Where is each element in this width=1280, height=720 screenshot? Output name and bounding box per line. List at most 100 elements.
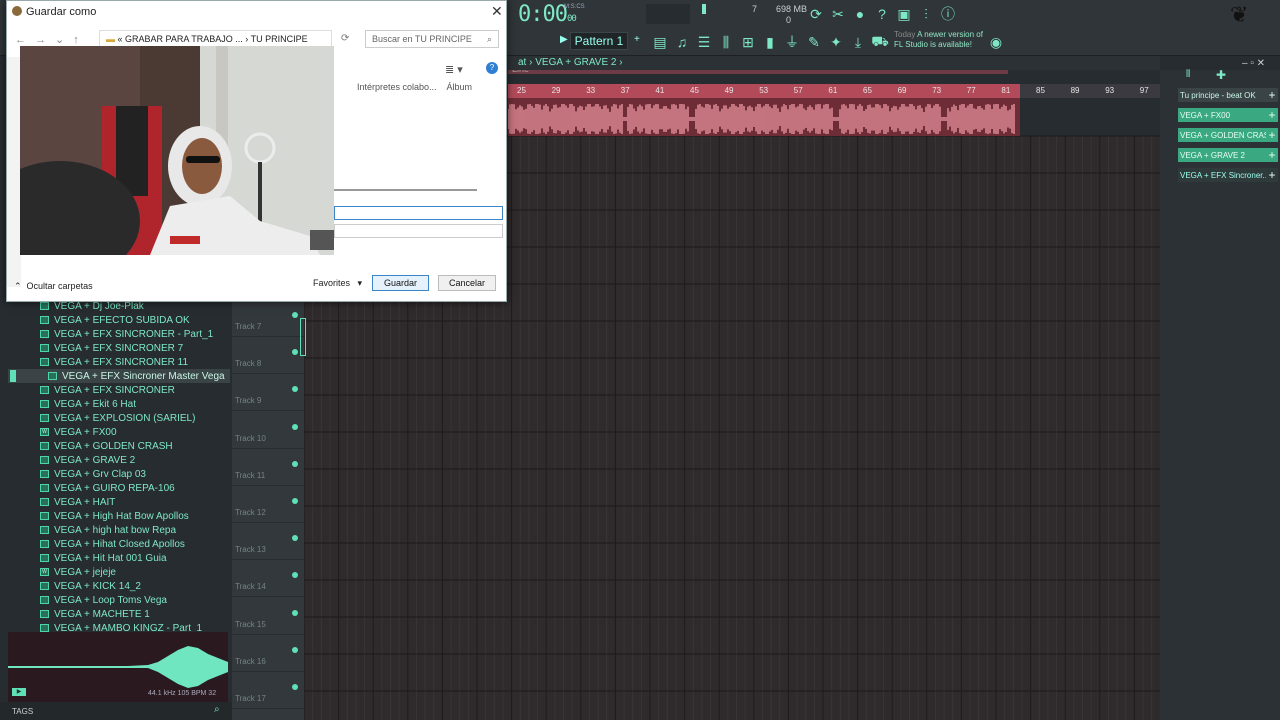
channel-plus-icon[interactable]: +	[1266, 148, 1278, 162]
track-header[interactable]: Track 15	[232, 598, 304, 635]
refresh-icon[interactable]: ⟳	[341, 33, 349, 44]
browser-item[interactable]: VEGA + KICK 14_2	[40, 579, 141, 593]
help-icon[interactable]: ?	[486, 62, 498, 74]
browser-item[interactable]: VEGA + Hihat Closed Apollos	[40, 537, 185, 551]
close-icon[interactable]: ✕	[491, 3, 503, 20]
browser-item[interactable]: VEGA + High Hat Bow Apollos	[40, 509, 189, 523]
channel-plus-icon[interactable]: +	[1266, 88, 1278, 102]
horizontal-scrollbar[interactable]	[334, 189, 477, 191]
browser-item[interactable]: VEGA + Loop Toms Vega	[40, 593, 167, 607]
plugin-icon[interactable]: ▮	[760, 32, 780, 52]
track-led-icon[interactable]	[292, 460, 298, 467]
track-header[interactable]: Track 17	[232, 672, 304, 709]
mixer-icon[interactable]: ⫶	[916, 4, 936, 24]
channel-plus-icon[interactable]: +	[1266, 128, 1278, 142]
track-header[interactable]: Track 11	[232, 449, 304, 486]
browser-icon[interactable]: ⊞	[738, 32, 758, 52]
playlist-icon[interactable]: ▤	[650, 32, 670, 52]
search-input[interactable]: Buscar en TU PRINCIPE ⌕	[365, 30, 499, 48]
file-list-header[interactable]: Intérpretes colabo... Álbum	[357, 82, 482, 92]
channel-plus-icon[interactable]: +	[1266, 108, 1278, 122]
track-header[interactable]: Track 12	[232, 486, 304, 523]
file-name-field[interactable]	[334, 206, 503, 220]
favorites-dropdown[interactable]: Favorites ▾	[313, 278, 362, 289]
update-icon[interactable]: ◉	[986, 32, 1006, 52]
news-panel[interactable]: Today A newer version of FL Studio is av…	[894, 30, 986, 50]
plug-icon[interactable]: ⏚	[782, 32, 802, 52]
browser-item[interactable]: VEGA + EFX SINCRONER - Part_1	[40, 327, 213, 341]
channel-item[interactable]: VEGA + GRAVE 2	[1178, 148, 1266, 162]
track-led-icon[interactable]	[292, 535, 298, 542]
channel-add-icon[interactable]: ✚	[1216, 68, 1226, 82]
channel-item[interactable]: VEGA + FX00	[1178, 108, 1266, 122]
save-button[interactable]: Guardar	[372, 275, 429, 291]
browser-item[interactable]: VEGA + GRAVE 2	[40, 453, 135, 467]
file-type-select[interactable]	[334, 224, 503, 238]
browser-item[interactable]: VEGA + MACHETE 1	[40, 607, 150, 621]
channel-item[interactable]: Tu principe - beat OK	[1178, 88, 1266, 102]
wand-icon[interactable]: ✦	[826, 32, 846, 52]
mixer-view-icon[interactable]: ⫼	[716, 32, 736, 52]
channel-rack-icon[interactable]: ☰	[694, 32, 714, 52]
tags-bar[interactable]: TAGS	[0, 702, 232, 720]
pattern-selector[interactable]: Pattern 1	[570, 32, 628, 50]
track-led-icon[interactable]	[292, 386, 298, 393]
track-header[interactable]: Track 8	[232, 337, 304, 375]
channel-view-icon[interactable]: ⫴	[1186, 69, 1190, 80]
add-pattern-icon[interactable]: +	[634, 34, 640, 45]
play-preview-icon[interactable]: ▶	[12, 688, 26, 696]
track-led-icon[interactable]	[292, 423, 298, 430]
search-icon[interactable]: ⌕	[214, 704, 220, 715]
browser-item[interactable]: VEGA + EFECTO SUBIDA OK	[40, 313, 190, 327]
brush-icon[interactable]: ✎	[804, 32, 824, 52]
track-header[interactable]: Track 10	[232, 412, 304, 449]
metronome-icon[interactable]: ⟳	[806, 4, 826, 24]
browser-item[interactable]: VEGA + GOLDEN CRASH	[40, 439, 173, 453]
track-led-icon[interactable]	[292, 498, 298, 504]
track-header[interactable]: Track 9	[232, 374, 304, 412]
channel-item[interactable]: VEGA + EFX Sincroner...	[1178, 168, 1266, 182]
browser-item[interactable]: VEGA + EFX SINCRONER 7	[40, 341, 183, 355]
track-led-icon[interactable]	[292, 646, 298, 653]
help-icon[interactable]: ?	[872, 4, 892, 24]
navigation-arrows[interactable]: ←→⌄↑	[15, 33, 88, 46]
playlist-scrollbar[interactable]	[508, 70, 1008, 74]
browser-item[interactable]: VEGA + EFX SINCRONER	[40, 383, 175, 397]
track-led-icon[interactable]	[292, 572, 298, 579]
browser-item[interactable]: W VEGA + FX00	[40, 425, 117, 439]
hide-folders-toggle[interactable]: ⌃ Ocultar carpetas	[14, 281, 93, 292]
browser-item[interactable]: VEGA + Grv Clap 03	[40, 467, 146, 481]
window-controls[interactable]: – ▫ ✕	[1242, 58, 1265, 69]
piano-roll-icon[interactable]: ♫	[672, 32, 692, 52]
browser-item[interactable]: VEGA + GUIRO REPA-106	[40, 481, 175, 495]
tools-icon[interactable]: ✂	[828, 4, 848, 24]
save-icon[interactable]: ▣	[894, 4, 914, 24]
track-led-icon[interactable]	[292, 684, 298, 690]
channel-item[interactable]: VEGA + GOLDEN CRASH	[1178, 128, 1266, 142]
info-icon[interactable]: ⓘ	[938, 4, 958, 24]
track-led-icon[interactable]	[292, 349, 298, 356]
browser-item[interactable]: VEGA + Ekit 6 Hat	[40, 397, 136, 411]
vertical-scrollbar[interactable]	[1160, 70, 1170, 720]
track-led-icon[interactable]	[292, 312, 298, 318]
view-options-icon[interactable]: ≣ ▾	[445, 63, 463, 76]
nav-pane[interactable]	[7, 57, 21, 287]
pattern-arrow-icon[interactable]: ▶	[560, 34, 568, 45]
browser-item[interactable]: VEGA + EFX SINCRONER 11	[40, 355, 188, 369]
download-icon[interactable]: ⤓	[848, 32, 868, 52]
browser-item[interactable]: VEGA + HAIT	[40, 495, 115, 509]
browser-item[interactable]: VEGA + Hit Hat 001 Guia	[40, 551, 167, 565]
browser-item[interactable]: VEGA + EXPLOSION (SARIEL)	[40, 411, 195, 425]
browser-item[interactable]: VEGA + high hat bow Repa	[40, 523, 176, 537]
track-header[interactable]: Track 16	[232, 635, 304, 672]
track-header[interactable]: Track 14	[232, 560, 304, 598]
cart-icon[interactable]: ⛟	[870, 32, 890, 52]
microphone-icon[interactable]: ●	[850, 4, 870, 24]
track-header[interactable]: Track 7	[232, 300, 304, 337]
browser-item[interactable]: VEGA + EFX Sincroner Master Vega	[8, 369, 230, 383]
cancel-button[interactable]: Cancelar	[438, 275, 496, 291]
track-header[interactable]: Track 13	[232, 523, 304, 561]
browser-item[interactable]: W VEGA + jejeje	[40, 565, 116, 579]
track-led-icon[interactable]	[292, 609, 298, 616]
channel-plus-icon[interactable]: +	[1266, 168, 1278, 182]
